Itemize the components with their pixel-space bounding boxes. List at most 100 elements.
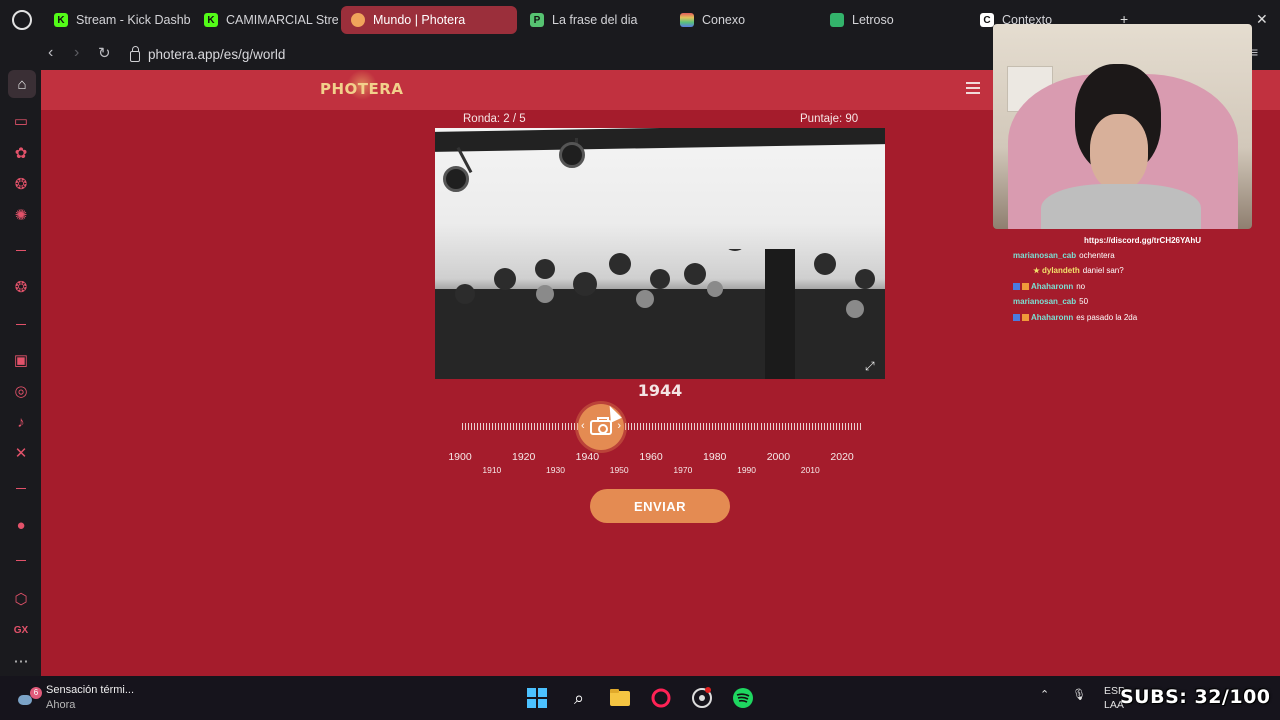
tab-conexo[interactable]: Conexo [670, 6, 820, 34]
slider-tick [772, 423, 774, 430]
file-explorer-icon[interactable] [608, 686, 632, 710]
photera-logo[interactable]: PHOTERA [320, 80, 403, 98]
slider-tick [808, 423, 810, 430]
year-slider-track[interactable] [462, 423, 861, 431]
expand-icon[interactable]: ⤢ [865, 359, 879, 373]
slider-tick [483, 423, 485, 430]
back-icon[interactable]: ‹ [48, 44, 53, 62]
slider-tick [805, 423, 807, 430]
slider-tick [564, 423, 566, 430]
microphone-icon[interactable]: 🎙︎ [1072, 688, 1086, 701]
slider-tick [736, 423, 738, 430]
slider-tick [531, 423, 533, 430]
year-label-major: 1940 [575, 451, 600, 463]
close-window-icon[interactable]: ✕ [1256, 11, 1268, 28]
webcam-overlay [993, 24, 1252, 229]
slider-tick [775, 423, 777, 430]
slider-tick [552, 423, 554, 430]
sidebar-divider [16, 250, 26, 251]
slider-tick [811, 423, 813, 430]
round-counter: Ronda: 2 / 5 [463, 113, 526, 125]
slider-tick [504, 423, 506, 430]
camera-icon [590, 416, 612, 435]
tray-chevron-icon[interactable]: ⌃ [1040, 688, 1049, 701]
weather-widget[interactable]: 6 Sensación térmi... Ahora [16, 683, 134, 713]
arrow-right-icon: › [617, 420, 621, 432]
more-icon[interactable]: ⋯ [10, 650, 32, 672]
screen: K Stream - Kick Dashb K CAMIMARCIAL Stre… [0, 0, 1280, 720]
tab-camimarcial[interactable]: K CAMIMARCIAL Strea [194, 6, 338, 34]
lock-icon [130, 45, 140, 62]
slider-tick [745, 423, 747, 430]
slider-tick [534, 423, 536, 430]
slider-tick [787, 423, 789, 430]
year-label-major: 1920 [511, 451, 536, 463]
home-icon[interactable]: ⌂ [8, 70, 36, 98]
slider-tick [645, 423, 647, 430]
slider-tick [682, 423, 684, 430]
slider-tick [567, 423, 569, 430]
slider-tick [519, 423, 521, 430]
kick-icon: K [54, 13, 68, 27]
slider-tick [697, 423, 699, 430]
slider-tick [492, 423, 494, 430]
slider-tick [639, 423, 641, 430]
submit-button[interactable]: ENVIAR [590, 489, 730, 523]
slider-tick [784, 423, 786, 430]
slider-tick [721, 423, 723, 430]
slider-tick [841, 423, 843, 430]
openai-icon[interactable]: ❂ [10, 276, 32, 298]
tab-letroso[interactable]: Letroso [820, 6, 970, 34]
tiktok-icon[interactable]: ♪ [10, 411, 32, 433]
slider-tick [525, 423, 527, 430]
slider-tick [691, 423, 693, 430]
slider-tick [537, 423, 539, 430]
arrow-left-icon: ‹ [581, 420, 585, 432]
slider-tick [465, 423, 466, 430]
slider-tick [651, 423, 653, 430]
slider-tick [480, 423, 482, 430]
twitch-icon[interactable]: ▣ [10, 349, 32, 371]
obs-icon[interactable] [690, 686, 714, 710]
opera-logo-icon[interactable] [12, 10, 32, 30]
windows-start-icon[interactable] [525, 686, 549, 710]
tab-label: La frase del dia [552, 13, 638, 27]
slider-tick [561, 423, 563, 430]
gaming-icon[interactable]: ▭ [10, 110, 32, 132]
slider-tick [760, 423, 762, 430]
slider-tick [555, 423, 557, 430]
discord-link: https://discord.gg/trCH26YAhU [1084, 236, 1202, 245]
search-icon[interactable]: ⌕ [567, 686, 591, 710]
slider-tick [712, 423, 714, 430]
reload-icon[interactable]: ↻ [98, 44, 111, 62]
slider-tick [763, 423, 765, 430]
slider-tick [661, 423, 662, 430]
slider-tick [838, 423, 840, 430]
forward-icon[interactable]: › [74, 44, 79, 62]
chat-text: daniel san? [1082, 266, 1124, 275]
slider-tick [832, 423, 834, 430]
tab-frase-del-dia[interactable]: P La frase del dia [520, 6, 670, 34]
chat-text: es pasado la 2da [1076, 313, 1138, 322]
player-icon[interactable]: ● [10, 514, 32, 536]
spotify-icon[interactable] [731, 686, 755, 710]
opera-gx-icon[interactable] [649, 686, 673, 710]
slider-tick [757, 423, 759, 430]
instagram-icon[interactable]: ◎ [10, 380, 32, 402]
slider-tick [498, 423, 500, 430]
tab-kick-dashboard[interactable]: K Stream - Kick Dashb [44, 6, 194, 34]
address-bar[interactable]: photera.app/es/g/world [130, 43, 285, 65]
slider-tick [730, 423, 732, 430]
extension-icon[interactable]: ✺ [10, 204, 32, 226]
aria-icon[interactable]: ✿ [10, 142, 32, 164]
shield-icon[interactable]: ⬡ [10, 588, 32, 610]
photera-icon [351, 13, 365, 27]
hamburger-menu-icon[interactable] [966, 82, 980, 94]
gx-icon[interactable]: GX [10, 619, 32, 641]
chat-message: Ahaharonn es pasado la 2da [1013, 313, 1273, 322]
slider-tick [570, 423, 572, 430]
x-icon[interactable]: ✕ [10, 442, 32, 464]
chatgpt-icon[interactable]: ❂ [10, 173, 32, 195]
historical-photo: ⤢ [435, 128, 885, 379]
tab-photera[interactable]: Mundo | Photera [341, 6, 517, 34]
